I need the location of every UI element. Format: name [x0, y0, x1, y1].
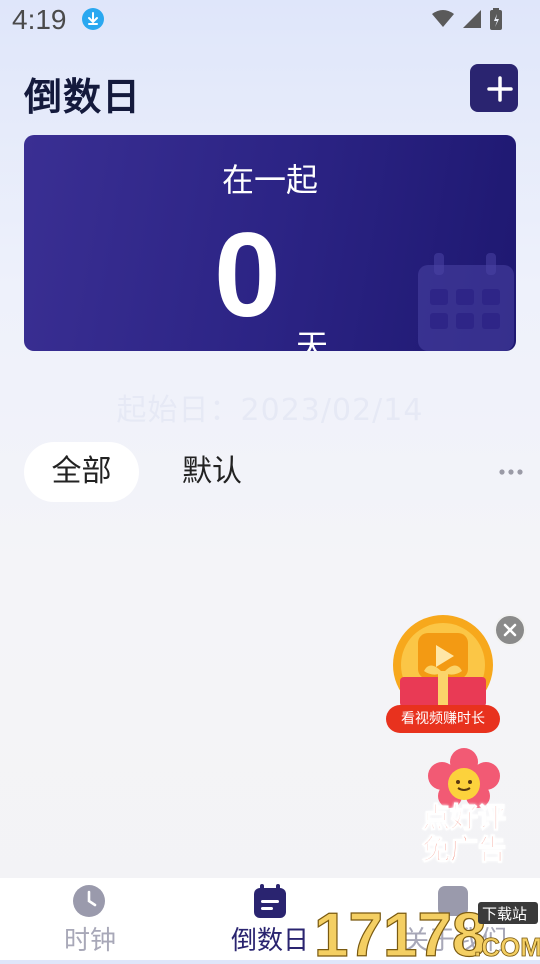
nav-countdown[interactable]: 倒数日	[222, 878, 318, 960]
more-icon[interactable]	[498, 462, 524, 482]
download-icon	[82, 8, 104, 30]
calendar-icon	[418, 253, 514, 351]
watermark-brand: 17178	[314, 901, 486, 960]
nav-label-clock: 时钟	[63, 926, 116, 956]
day-count: 0	[214, 208, 281, 342]
review-line-2: 免广告	[421, 833, 506, 866]
event-title: 在一起	[221, 161, 318, 199]
add-button[interactable]	[470, 64, 518, 112]
battery-icon	[490, 8, 502, 34]
review-ad-text: 点好评 免广告	[412, 801, 516, 866]
tab-all[interactable]: 全部	[24, 442, 139, 502]
filter-tabs: 全部 默认	[24, 442, 524, 502]
video-ad-label: 看视频赚时长	[386, 705, 500, 733]
video-reward-ad[interactable]: 看视频赚时长	[386, 615, 500, 735]
nav-label-countdown: 倒数日	[230, 926, 309, 956]
wifi-icon	[432, 10, 454, 32]
header: 倒数日	[24, 60, 518, 119]
status-time: 4:19	[12, 4, 67, 35]
countdown-card[interactable]: 在一起 0 天	[24, 135, 516, 351]
tab-default[interactable]: 默认	[182, 442, 242, 502]
page-title: 倒数日	[24, 75, 142, 119]
video-gift-icon	[393, 615, 493, 715]
calendar-icon	[254, 884, 286, 918]
start-date: 起始日：2023/02/14	[116, 393, 424, 428]
close-icon	[503, 623, 517, 637]
status-bar: 4:19	[0, 0, 540, 44]
clock-icon	[73, 885, 105, 917]
plus-icon	[487, 76, 513, 102]
watermark-top: 下载站	[482, 905, 527, 923]
watermark-suffix: .COM	[474, 932, 540, 960]
review-ad[interactable]: 点好评 免广告	[412, 748, 516, 872]
review-line-1: 点好评	[421, 801, 506, 834]
watermark-logo: 17178 下载站 .COM	[313, 898, 540, 964]
close-ad-button[interactable]	[494, 614, 526, 646]
day-unit: 天	[296, 327, 329, 351]
nav-clock[interactable]: 时钟	[44, 878, 136, 960]
signal-icon	[462, 9, 482, 33]
